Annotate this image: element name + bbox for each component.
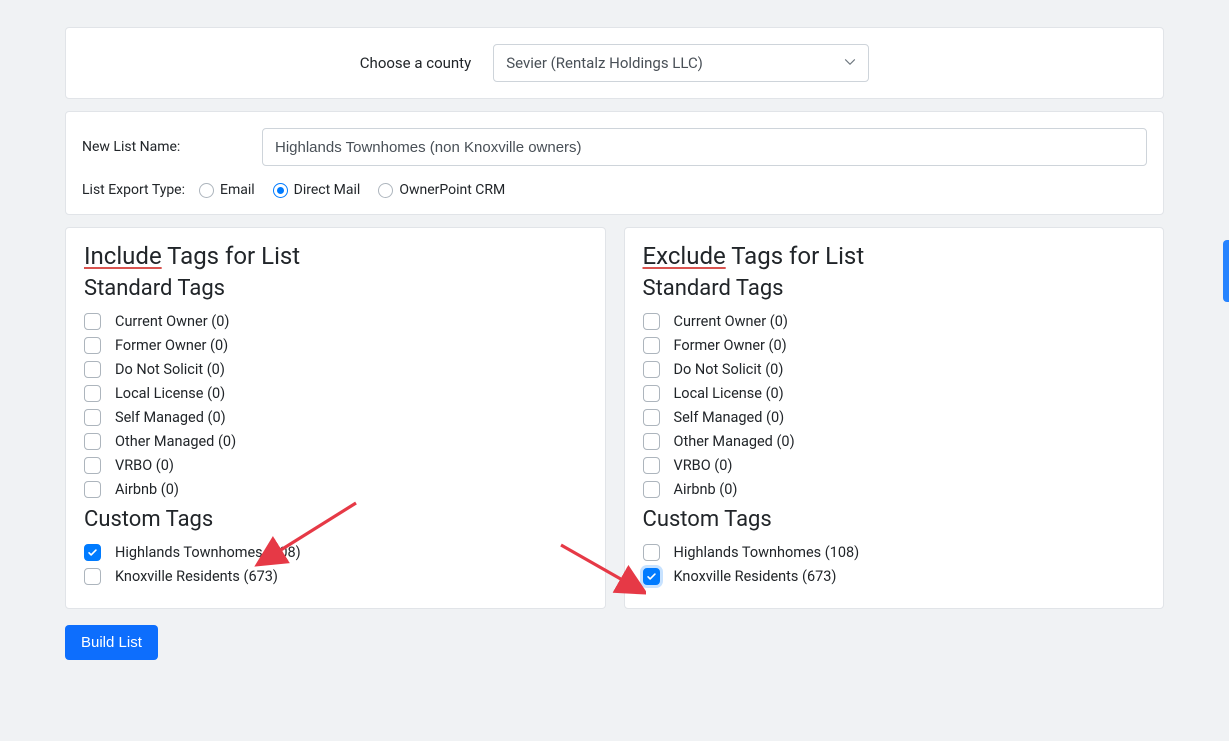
include-custom-tag-label: Knoxville Residents (673) [115,568,278,585]
include-standard-tag-checkbox[interactable] [84,457,101,474]
exclude-custom-tag-label: Knoxville Residents (673) [674,568,837,585]
list-name-input[interactable] [262,128,1147,166]
exclude-custom-tag-label: Highlands Townhomes (108) [674,544,860,561]
list-item: Do Not Solicit (0) [84,357,587,381]
include-custom-tag-label: Highlands Townhomes (108) [115,544,301,561]
include-custom-tag-checkbox[interactable] [84,544,101,561]
build-list-button[interactable]: Build List [65,625,158,660]
include-custom-tag-checkbox[interactable] [84,568,101,585]
include-standard-tag-checkbox[interactable] [84,385,101,402]
list-item: Local License (0) [643,381,1146,405]
list-item: Other Managed (0) [84,429,587,453]
exclude-title-suffix: Tags for List [726,242,864,270]
exclude-standard-tag-checkbox[interactable] [643,385,660,402]
include-panel: Include Tags for List Standard Tags Curr… [65,227,606,609]
radio-icon [378,183,393,198]
export-option-email[interactable]: Email [199,182,255,198]
list-item: Knoxville Residents (673) [84,564,587,588]
exclude-standard-tag-label: Airbnb (0) [674,481,738,498]
include-standard-tag-checkbox[interactable] [84,433,101,450]
exclude-standard-tag-checkbox[interactable] [643,481,660,498]
exclude-custom-heading: Custom Tags [643,507,1146,532]
exclude-standard-heading: Standard Tags [643,276,1146,301]
export-type-row: List Export Type: Email Direct Mail Owne… [82,182,1147,198]
exclude-standard-tag-label: Local License (0) [674,385,784,402]
include-title-prefix: Include [84,242,162,270]
chevron-down-icon [844,54,856,72]
include-standard-tag-label: Current Owner (0) [115,313,229,330]
list-item: Current Owner (0) [643,309,1146,333]
include-title-suffix: Tags for List [162,242,300,270]
list-item: Former Owner (0) [84,333,587,357]
include-standard-tag-checkbox[interactable] [84,409,101,426]
list-item: Airbnb (0) [643,477,1146,501]
include-standard-list: Current Owner (0) Former Owner (0) Do Not … [84,309,587,501]
include-standard-tag-checkbox[interactable] [84,481,101,498]
radio-icon [273,183,288,198]
include-standard-tag-label: Self Managed (0) [115,409,226,426]
exclude-custom-tag-checkbox[interactable] [643,544,660,561]
exclude-standard-tag-label: Self Managed (0) [674,409,785,426]
list-name-label: New List Name: [82,139,242,155]
exclude-standard-tag-checkbox[interactable] [643,457,660,474]
exclude-standard-tag-label: VRBO (0) [674,457,733,474]
list-name-card: New List Name: List Export Type: Email D… [65,111,1164,215]
include-standard-tag-label: VRBO (0) [115,457,174,474]
list-item: Former Owner (0) [643,333,1146,357]
include-standard-tag-label: Former Owner (0) [115,337,228,354]
county-label: Choose a county [360,54,471,72]
exclude-custom-list: Highlands Townhomes (108) Knoxville Resid… [643,540,1146,588]
list-item: Highlands Townhomes (108) [643,540,1146,564]
include-standard-tag-label: Airbnb (0) [115,481,179,498]
exclude-standard-tag-checkbox[interactable] [643,361,660,378]
exclude-title-prefix: Exclude [643,242,726,270]
exclude-custom-tag-checkbox[interactable] [643,568,660,585]
list-item: Current Owner (0) [84,309,587,333]
export-type-label: List Export Type: [82,182,185,198]
exclude-standard-tag-checkbox[interactable] [643,337,660,354]
exclude-panel: Exclude Tags for List Standard Tags Curr… [624,227,1165,609]
include-standard-tag-label: Do Not Solicit (0) [115,361,225,378]
list-item: VRBO (0) [643,453,1146,477]
export-option-label: Direct Mail [294,182,361,198]
list-item: Highlands Townhomes (108) [84,540,587,564]
list-item: Knoxville Residents (673) [643,564,1146,588]
include-title: Include Tags for List [84,242,587,270]
include-standard-tag-label: Local License (0) [115,385,225,402]
exclude-standard-tag-checkbox[interactable] [643,433,660,450]
list-item: Self Managed (0) [84,405,587,429]
exclude-standard-tag-label: Former Owner (0) [674,337,787,354]
exclude-standard-tag-checkbox[interactable] [643,409,660,426]
edge-tab[interactable] [1223,240,1229,302]
exclude-standard-tag-checkbox[interactable] [643,313,660,330]
list-item: Do Not Solicit (0) [643,357,1146,381]
list-item: Airbnb (0) [84,477,587,501]
include-standard-tag-checkbox[interactable] [84,313,101,330]
exclude-standard-tag-label: Current Owner (0) [674,313,788,330]
exclude-title: Exclude Tags for List [643,242,1146,270]
export-option-ownerpoint-crm[interactable]: OwnerPoint CRM [378,182,505,198]
include-standard-heading: Standard Tags [84,276,587,301]
include-standard-tag-checkbox[interactable] [84,337,101,354]
list-item: Self Managed (0) [643,405,1146,429]
exclude-standard-tag-label: Other Managed (0) [674,433,795,450]
include-custom-heading: Custom Tags [84,507,587,532]
county-select[interactable]: Sevier (Rentalz Holdings LLC) [493,44,869,82]
list-item: Local License (0) [84,381,587,405]
list-item: Other Managed (0) [643,429,1146,453]
exclude-standard-list: Current Owner (0) Former Owner (0) Do Not … [643,309,1146,501]
list-item: VRBO (0) [84,453,587,477]
include-standard-tag-checkbox[interactable] [84,361,101,378]
radio-icon [199,183,214,198]
include-standard-tag-label: Other Managed (0) [115,433,236,450]
county-selected: Sevier (Rentalz Holdings LLC) [506,54,703,72]
export-option-label: Email [220,182,255,198]
include-custom-list: Highlands Townhomes (108) Knoxville Resid… [84,540,587,588]
exclude-standard-tag-label: Do Not Solicit (0) [674,361,784,378]
export-option-label: OwnerPoint CRM [399,182,505,198]
export-option-direct-mail[interactable]: Direct Mail [273,182,361,198]
county-card: Choose a county Sevier (Rentalz Holdings… [65,27,1164,99]
